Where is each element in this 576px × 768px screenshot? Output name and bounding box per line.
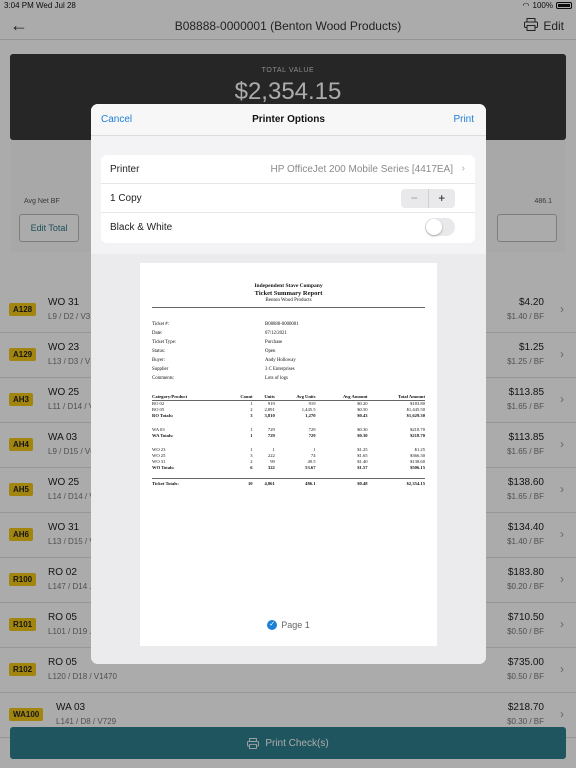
table-spacer	[152, 419, 425, 427]
report-meta: Ticket #: B08888-0000001 Date: 07/12/2021 Ti…	[152, 322, 425, 385]
table-cell: $0.48	[315, 478, 368, 486]
chevron-right-icon: ›	[461, 163, 465, 174]
table-cell	[316, 419, 368, 427]
copies-stepper[interactable]: − +	[401, 189, 455, 208]
meta-value: 07/12/2021	[265, 331, 287, 336]
meta-value: 3 C Enterprises	[265, 367, 295, 372]
table-cell	[253, 419, 275, 427]
table-cell	[368, 471, 425, 479]
table-cell	[227, 419, 253, 427]
table-cell: $2,354.15	[367, 478, 425, 486]
report-customer: Benton Wood Products	[265, 298, 312, 303]
print-button[interactable]: Print	[453, 114, 474, 125]
meta-key: Ticket Type:	[152, 340, 177, 345]
meta-row: Supplier 3 C Enterprises	[152, 367, 425, 376]
table-cell	[275, 419, 316, 427]
report-table: Category/Product Count Units Avg Units Avg A…	[152, 394, 425, 486]
black-white-toggle[interactable]	[425, 218, 455, 236]
page-label: Page 1	[281, 620, 310, 630]
printer-value: HP OfficeJet 200 Mobile Series [4417EA]	[270, 164, 453, 175]
meta-row: Ticket #: B08888-0000001	[152, 322, 425, 331]
report-document: Independent Stave Company Ticket Summary…	[152, 283, 425, 486]
divider	[152, 307, 425, 308]
meta-key: Ticket #:	[152, 322, 170, 327]
checkmark-icon: ✓	[267, 620, 278, 630]
printer-options-group: Printer HP OfficeJet 200 Mobile Series […	[101, 155, 475, 243]
table-cell: Ticket Totals:	[152, 478, 227, 486]
meta-key: Buyer:	[152, 358, 166, 363]
table-cell	[368, 439, 425, 447]
meta-value: B08888-0000001	[265, 322, 299, 327]
copies-label: 1 Copy	[110, 193, 142, 204]
meta-row: Comments: Lots of logs	[152, 376, 425, 385]
table-cell	[368, 419, 425, 427]
table-cell: 486.1	[274, 478, 316, 486]
meta-value: Open	[265, 349, 276, 354]
table-cell	[152, 439, 227, 447]
meta-key: Date:	[152, 331, 163, 336]
report-title: Ticket Summary Report	[254, 290, 323, 297]
table-cell	[275, 439, 316, 447]
report-company: Independent Stave Company	[254, 283, 323, 289]
table-spacer	[152, 471, 425, 479]
meta-key: Supplier	[152, 367, 169, 372]
copies-row: 1 Copy − +	[101, 184, 475, 213]
table-spacer	[152, 439, 425, 447]
page-preview[interactable]: Independent Stave Company Ticket Summary…	[140, 263, 437, 646]
meta-value: Andy Holloway	[265, 358, 296, 363]
table-cell	[316, 471, 368, 479]
table-cell	[316, 439, 368, 447]
page-indicator: ✓ Page 1	[91, 620, 486, 630]
meta-value: Lots of logs	[265, 376, 288, 381]
modal-header: Cancel Printer Options Print	[91, 104, 486, 136]
table-cell	[253, 439, 275, 447]
increment-button[interactable]: +	[429, 189, 456, 208]
table-cell	[152, 471, 227, 479]
table-cell	[275, 471, 316, 479]
black-white-row: Black & White	[101, 213, 475, 242]
table-row: Ticket Totals: 10 4,861 486.1 $0.48 $2,354.15	[152, 478, 425, 486]
meta-key: Status:	[152, 349, 166, 354]
printer-options-modal: Cancel Printer Options Print Printer HP …	[91, 104, 486, 664]
table-cell	[227, 471, 253, 479]
table-cell: 4,861	[252, 478, 275, 486]
print-preview-area: Independent Stave Company Ticket Summary…	[91, 254, 486, 664]
meta-row: Date: 07/12/2021	[152, 331, 425, 340]
meta-row: Status: Open	[152, 349, 425, 358]
table-cell	[152, 419, 227, 427]
printer-label: Printer	[110, 164, 140, 175]
table-cell: 10	[226, 478, 253, 486]
modal-title: Printer Options	[252, 114, 325, 125]
decrement-button[interactable]: −	[401, 189, 429, 208]
meta-key: Comments:	[152, 376, 175, 381]
meta-row: Buyer: Andy Holloway	[152, 358, 425, 367]
black-white-label: Black & White	[110, 222, 173, 233]
meta-value: Purchase	[265, 340, 283, 345]
meta-row: Ticket Type: Purchase	[152, 340, 425, 349]
table-cell	[253, 471, 275, 479]
printer-row[interactable]: Printer HP OfficeJet 200 Mobile Series […	[101, 155, 475, 184]
table-cell	[227, 439, 253, 447]
